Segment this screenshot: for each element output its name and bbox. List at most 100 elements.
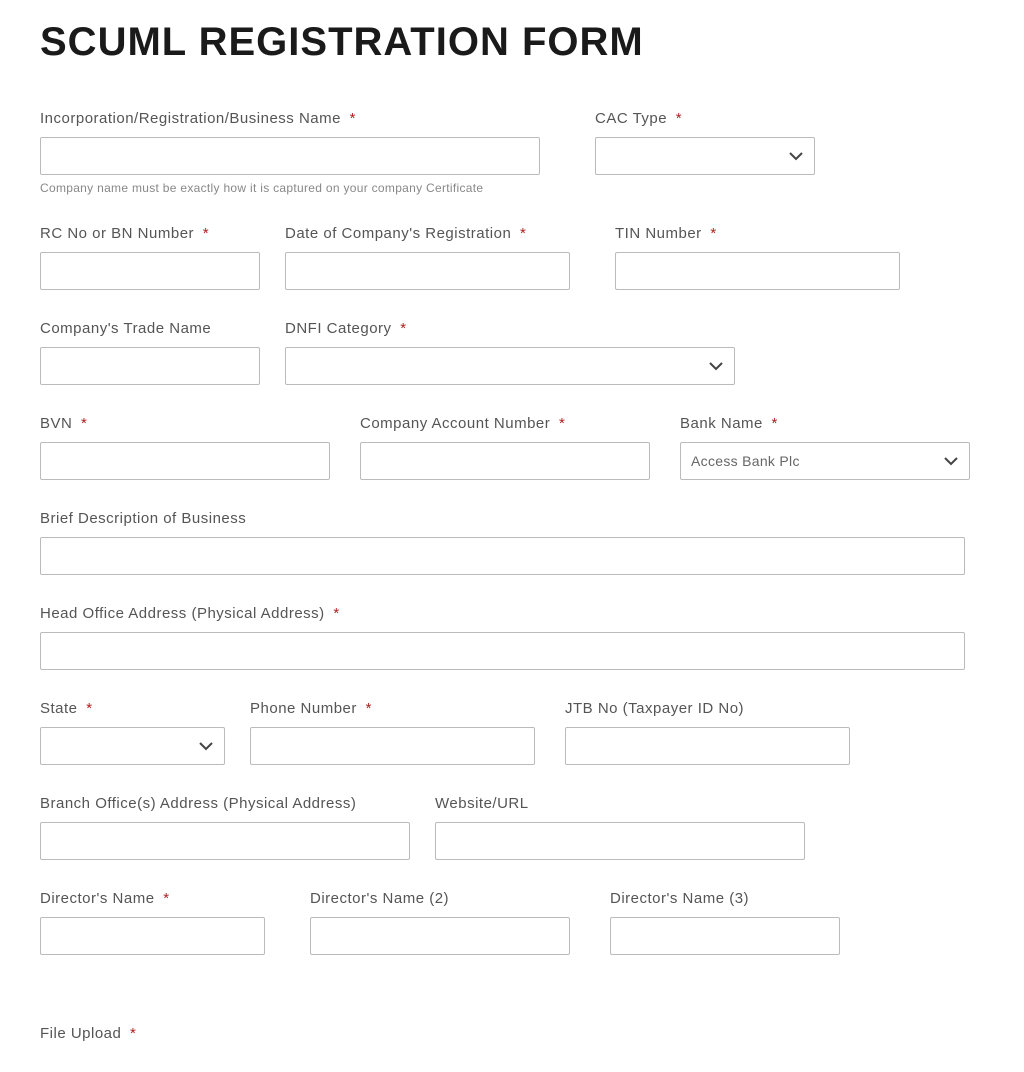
dnfi-category-field: DNFI Category * bbox=[285, 320, 735, 385]
file-upload-label: File Upload * bbox=[40, 1025, 136, 1042]
label-text: Date of Company's Registration bbox=[285, 225, 511, 242]
trade-name-input[interactable] bbox=[40, 347, 260, 385]
form-row: Company's Trade Name DNFI Category * bbox=[40, 320, 984, 385]
business-name-input[interactable] bbox=[40, 137, 540, 175]
required-mark: * bbox=[520, 225, 526, 242]
required-mark: * bbox=[710, 225, 716, 242]
label-text: Company Account Number bbox=[360, 415, 550, 432]
phone-label: Phone Number * bbox=[250, 700, 535, 717]
phone-field: Phone Number * bbox=[250, 700, 535, 765]
bvn-label: BVN * bbox=[40, 415, 330, 432]
jtb-input[interactable] bbox=[565, 727, 850, 765]
bvn-input[interactable] bbox=[40, 442, 330, 480]
registration-form: Incorporation/Registration/Business Name… bbox=[40, 110, 984, 1052]
state-select[interactable] bbox=[40, 727, 225, 765]
description-field: Brief Description of Business bbox=[40, 510, 965, 575]
required-mark: * bbox=[772, 415, 778, 432]
form-row: BVN * Company Account Number * Bank Name… bbox=[40, 415, 984, 480]
director3-input[interactable] bbox=[610, 917, 840, 955]
business-name-help: Company name must be exactly how it is c… bbox=[40, 181, 540, 195]
chevron-down-icon bbox=[788, 148, 804, 164]
label-text: Brief Description of Business bbox=[40, 510, 246, 527]
business-name-field: Incorporation/Registration/Business Name… bbox=[40, 110, 540, 195]
required-mark: * bbox=[203, 225, 209, 242]
label-text: Branch Office(s) Address (Physical Addre… bbox=[40, 795, 356, 812]
trade-name-field: Company's Trade Name bbox=[40, 320, 260, 385]
label-text: Director's Name bbox=[40, 890, 155, 907]
reg-date-input[interactable] bbox=[285, 252, 570, 290]
account-number-field: Company Account Number * bbox=[360, 415, 650, 480]
label-text: Website/URL bbox=[435, 795, 529, 812]
head-office-field: Head Office Address (Physical Address) * bbox=[40, 605, 965, 670]
cac-type-field: CAC Type * bbox=[595, 110, 815, 175]
required-mark: * bbox=[81, 415, 87, 432]
cac-type-select[interactable] bbox=[595, 137, 815, 175]
reg-date-field: Date of Company's Registration * bbox=[285, 225, 570, 290]
dnfi-category-select[interactable] bbox=[285, 347, 735, 385]
required-mark: * bbox=[676, 110, 682, 127]
label-text: RC No or BN Number bbox=[40, 225, 194, 242]
form-row: Brief Description of Business bbox=[40, 510, 984, 575]
bank-name-select[interactable]: Access Bank Plc bbox=[680, 442, 970, 480]
dnfi-category-label: DNFI Category * bbox=[285, 320, 735, 337]
branch-office-field: Branch Office(s) Address (Physical Addre… bbox=[40, 795, 410, 860]
director2-label: Director's Name (2) bbox=[310, 890, 570, 907]
required-mark: * bbox=[333, 605, 339, 622]
required-mark: * bbox=[366, 700, 372, 717]
required-mark: * bbox=[400, 320, 406, 337]
head-office-label: Head Office Address (Physical Address) * bbox=[40, 605, 965, 622]
file-upload-field: File Upload * bbox=[40, 1025, 136, 1052]
label-text: Company's Trade Name bbox=[40, 320, 211, 337]
director1-field: Director's Name * bbox=[40, 890, 265, 955]
label-text: File Upload bbox=[40, 1025, 121, 1042]
label-text: Head Office Address (Physical Address) bbox=[40, 605, 325, 622]
label-text: Bank Name bbox=[680, 415, 763, 432]
rc-number-input[interactable] bbox=[40, 252, 260, 290]
rc-number-field: RC No or BN Number * bbox=[40, 225, 260, 290]
account-number-label: Company Account Number * bbox=[360, 415, 650, 432]
director2-input[interactable] bbox=[310, 917, 570, 955]
required-mark: * bbox=[559, 415, 565, 432]
description-label: Brief Description of Business bbox=[40, 510, 965, 527]
form-row: RC No or BN Number * Date of Company's R… bbox=[40, 225, 984, 290]
required-mark: * bbox=[163, 890, 169, 907]
description-input[interactable] bbox=[40, 537, 965, 575]
website-field: Website/URL bbox=[435, 795, 805, 860]
tin-input[interactable] bbox=[615, 252, 900, 290]
select-value: Access Bank Plc bbox=[691, 453, 800, 469]
director2-field: Director's Name (2) bbox=[310, 890, 570, 955]
state-label: State * bbox=[40, 700, 225, 717]
tin-field: TIN Number * bbox=[615, 225, 900, 290]
jtb-field: JTB No (Taxpayer ID No) bbox=[565, 700, 850, 765]
label-text: Director's Name (2) bbox=[310, 890, 449, 907]
website-input[interactable] bbox=[435, 822, 805, 860]
label-text: State bbox=[40, 700, 78, 717]
bvn-field: BVN * bbox=[40, 415, 330, 480]
label-text: Incorporation/Registration/Business Name bbox=[40, 110, 341, 127]
state-field: State * bbox=[40, 700, 225, 765]
form-row: State * Phone Number * JTB No (Taxpayer … bbox=[40, 700, 984, 765]
required-mark: * bbox=[86, 700, 92, 717]
jtb-label: JTB No (Taxpayer ID No) bbox=[565, 700, 850, 717]
required-mark: * bbox=[130, 1025, 136, 1042]
head-office-input[interactable] bbox=[40, 632, 965, 670]
director1-input[interactable] bbox=[40, 917, 265, 955]
page-title: SCUML REGISTRATION FORM bbox=[40, 20, 984, 65]
business-name-label: Incorporation/Registration/Business Name… bbox=[40, 110, 540, 127]
required-mark: * bbox=[350, 110, 356, 127]
form-row: File Upload * bbox=[40, 1025, 984, 1052]
chevron-down-icon bbox=[708, 358, 724, 374]
chevron-down-icon bbox=[198, 738, 214, 754]
branch-office-input[interactable] bbox=[40, 822, 410, 860]
phone-input[interactable] bbox=[250, 727, 535, 765]
label-text: JTB No (Taxpayer ID No) bbox=[565, 700, 744, 717]
account-number-input[interactable] bbox=[360, 442, 650, 480]
branch-office-label: Branch Office(s) Address (Physical Addre… bbox=[40, 795, 410, 812]
website-label: Website/URL bbox=[435, 795, 805, 812]
director1-label: Director's Name * bbox=[40, 890, 265, 907]
label-text: CAC Type bbox=[595, 110, 667, 127]
rc-number-label: RC No or BN Number * bbox=[40, 225, 260, 242]
form-row: Branch Office(s) Address (Physical Addre… bbox=[40, 795, 984, 860]
reg-date-label: Date of Company's Registration * bbox=[285, 225, 570, 242]
label-text: BVN bbox=[40, 415, 72, 432]
